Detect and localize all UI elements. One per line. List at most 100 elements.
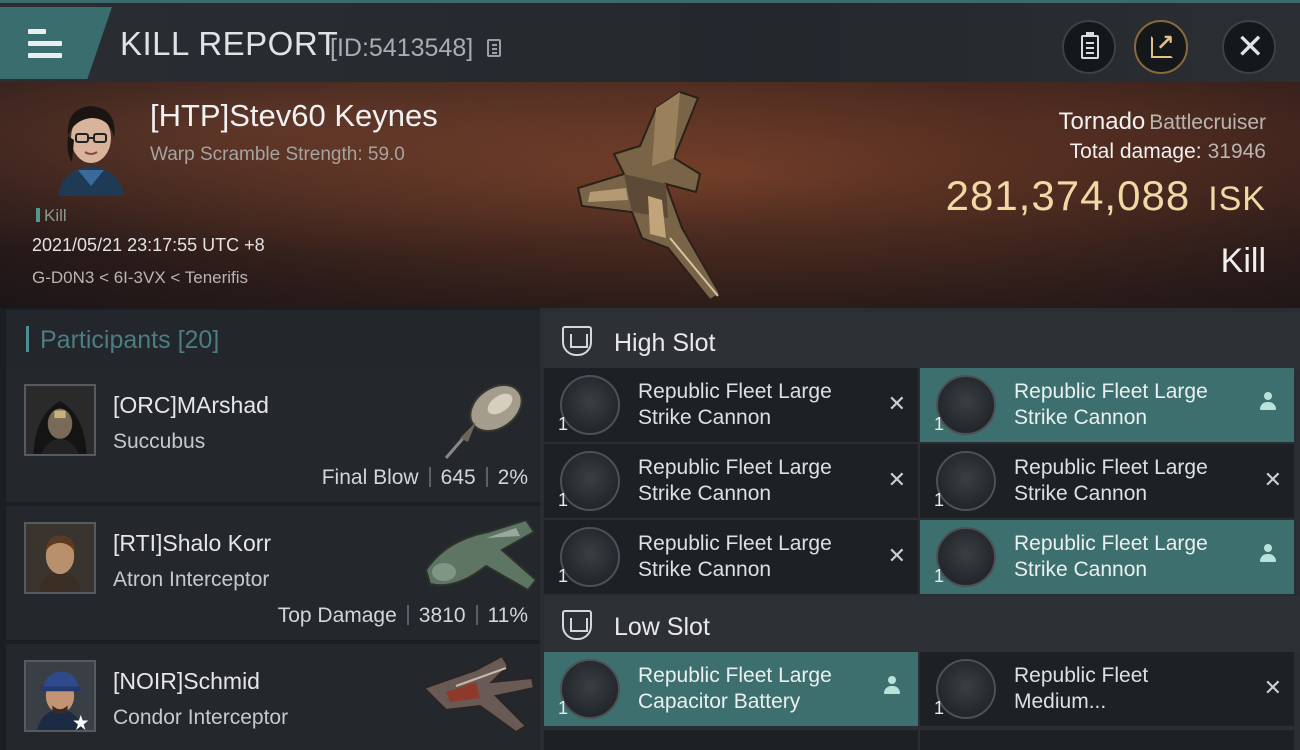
module-item-partial[interactable] <box>920 730 1294 750</box>
clipboard-button[interactable] <box>1062 20 1116 74</box>
hamburger-icon <box>28 29 62 65</box>
module-item[interactable]: 1 Republic Fleet Large Capacitor Battery <box>544 652 918 726</box>
cannon-icon <box>936 375 996 435</box>
shield-icon <box>562 326 592 356</box>
participant-avatar <box>24 660 96 732</box>
participants-title: Participants [20] <box>40 326 219 355</box>
high-slot-header: High Slot <box>544 312 1300 370</box>
participant-avatar <box>24 384 96 456</box>
module-qty: 1 <box>934 698 945 718</box>
cannon-icon <box>560 527 620 587</box>
stats-divider <box>485 467 488 487</box>
shield-booster-icon <box>936 659 996 719</box>
participant-ship: Atron Interceptor <box>113 568 270 591</box>
total-damage-label: Total damage: <box>1069 140 1202 163</box>
share-button[interactable] <box>1134 20 1188 74</box>
low-slot-header: Low Slot <box>544 596 1300 654</box>
victim-ship: Tornado Battlecruiser <box>1059 108 1266 136</box>
header-accent-bar <box>26 326 29 352</box>
isk-amount: 281,374,088 <box>945 172 1191 219</box>
cannon-icon <box>560 451 620 511</box>
module-name: Republic Fleet Large Strike Cannon <box>638 380 832 429</box>
kill-datetime: 2021/05/21 23:17:55 UTC +8 <box>32 235 265 255</box>
victim-portrait[interactable] <box>48 96 134 196</box>
module-name: Republic Fleet Large Strike Cannon <box>1014 380 1208 429</box>
module-qty: 1 <box>934 566 945 586</box>
participant-name: [ORC]MArshad <box>113 392 269 418</box>
participant-row[interactable]: [RTI]Shalo Korr Atron Interceptor Top Da… <box>6 506 540 640</box>
victim-panel: [HTP]Stev60 Keynes Warp Scramble Strengt… <box>0 82 1300 308</box>
high-slot-label: High Slot <box>614 329 716 357</box>
close-button[interactable]: ✕ <box>1222 20 1276 74</box>
participant-damage: 645 <box>440 466 476 489</box>
total-damage-value: 31946 <box>1207 140 1266 163</box>
total-damage: Total damage: 31946 <box>1070 140 1266 164</box>
x-icon: ✕ <box>1263 467 1282 492</box>
copy-icon[interactable] <box>487 39 501 57</box>
module-qty: 1 <box>558 490 569 510</box>
isk-unit: ISK <box>1208 180 1266 218</box>
kill-result-label: Kill <box>1220 242 1266 280</box>
participant-stats: Final Blow 645 2% <box>322 466 528 490</box>
x-icon: ✕ <box>887 543 906 568</box>
participant-role: Top Damage <box>277 604 397 627</box>
participant-row[interactable]: [ORC]MArshad Succubus Final Blow 645 2% <box>6 368 540 502</box>
participant-percent: 11% <box>487 604 528 627</box>
module-item[interactable]: 1 Republic Fleet Large Strike Cannon ✕ <box>544 520 918 594</box>
stats-divider <box>475 605 478 625</box>
participant-name: [NOIR]Schmid <box>113 668 260 694</box>
module-qty: 1 <box>558 414 569 434</box>
participant-stats: Top Damage 3810 11% <box>278 604 528 628</box>
cannon-icon <box>560 375 620 435</box>
module-item[interactable]: 1 Republic Fleet Large Strike Cannon <box>920 368 1294 442</box>
capacitor-battery-icon <box>560 659 620 719</box>
person-icon <box>1260 544 1276 564</box>
x-icon: ✕ <box>887 391 906 416</box>
participant-ship-image <box>444 384 523 459</box>
clipboard-icon <box>1081 32 1099 59</box>
victim-ship-name[interactable]: Tornado <box>1059 108 1146 135</box>
x-icon: ✕ <box>1263 675 1282 700</box>
kill-location: G-D0N3 < 6I-3VX < Tenerifis <box>32 268 249 287</box>
module-name: Republic Fleet Large Strike Cannon <box>638 456 832 505</box>
participant-ship-image <box>422 654 536 734</box>
participant-ship: Condor Interceptor <box>113 706 289 729</box>
share-icon <box>1151 30 1174 58</box>
shield-icon <box>562 610 592 640</box>
participant-avatar <box>24 522 96 594</box>
participant-name: [RTI]Shalo Korr <box>113 530 272 556</box>
victim-ship-image[interactable] <box>570 88 740 304</box>
module-item[interactable]: 1 Republic Fleet Large Strike Cannon ✕ <box>544 368 918 442</box>
close-icon: ✕ <box>1236 28 1265 66</box>
warp-scramble-strength: Warp Scramble Strength: 59.0 <box>150 144 405 165</box>
module-name: Republic Fleet Medium... <box>1014 664 1149 713</box>
module-item[interactable]: 1 Republic Fleet Medium... ✕ <box>920 652 1294 726</box>
participant-ship-image <box>424 518 538 592</box>
person-icon <box>884 676 900 696</box>
top-bar: KILL REPORT [ID:5413548] ✕ <box>0 0 1300 82</box>
cannon-icon <box>936 451 996 511</box>
participants-label: Participants <box>40 326 171 354</box>
fittings-panel: High Slot 1 Republic Fleet Large Strike … <box>540 308 1300 750</box>
low-slot-label: Low Slot <box>614 613 710 641</box>
victim-ship-class: Battlecruiser <box>1149 111 1266 134</box>
participant-row[interactable]: [NOIR]Schmid Condor Interceptor <box>6 644 540 750</box>
module-qty: 1 <box>934 490 945 510</box>
module-qty: 1 <box>558 566 569 586</box>
participants-count: [20] <box>177 326 220 354</box>
module-item-partial[interactable] <box>544 730 918 750</box>
module-item[interactable]: 1 Republic Fleet Large Strike Cannon ✕ <box>920 444 1294 518</box>
x-icon: ✕ <box>887 467 906 492</box>
participants-header: Participants [20] <box>6 310 540 368</box>
module-item[interactable]: 1 Republic Fleet Large Strike Cannon <box>920 520 1294 594</box>
module-name: Republic Fleet Large Strike Cannon <box>1014 456 1208 505</box>
isk-value: 281,374,088 ISK <box>946 172 1266 220</box>
kill-tag: Kill <box>36 206 67 226</box>
participant-damage: 3810 <box>418 604 466 627</box>
victim-pilot-name[interactable]: [HTP]Stev60 Keynes <box>150 98 438 134</box>
module-item[interactable]: 1 Republic Fleet Large Strike Cannon ✕ <box>544 444 918 518</box>
module-qty: 1 <box>934 414 945 434</box>
menu-button[interactable] <box>0 7 112 79</box>
module-name: Republic Fleet Large Capacitor Battery <box>638 664 832 713</box>
participant-percent: 2% <box>497 466 528 489</box>
